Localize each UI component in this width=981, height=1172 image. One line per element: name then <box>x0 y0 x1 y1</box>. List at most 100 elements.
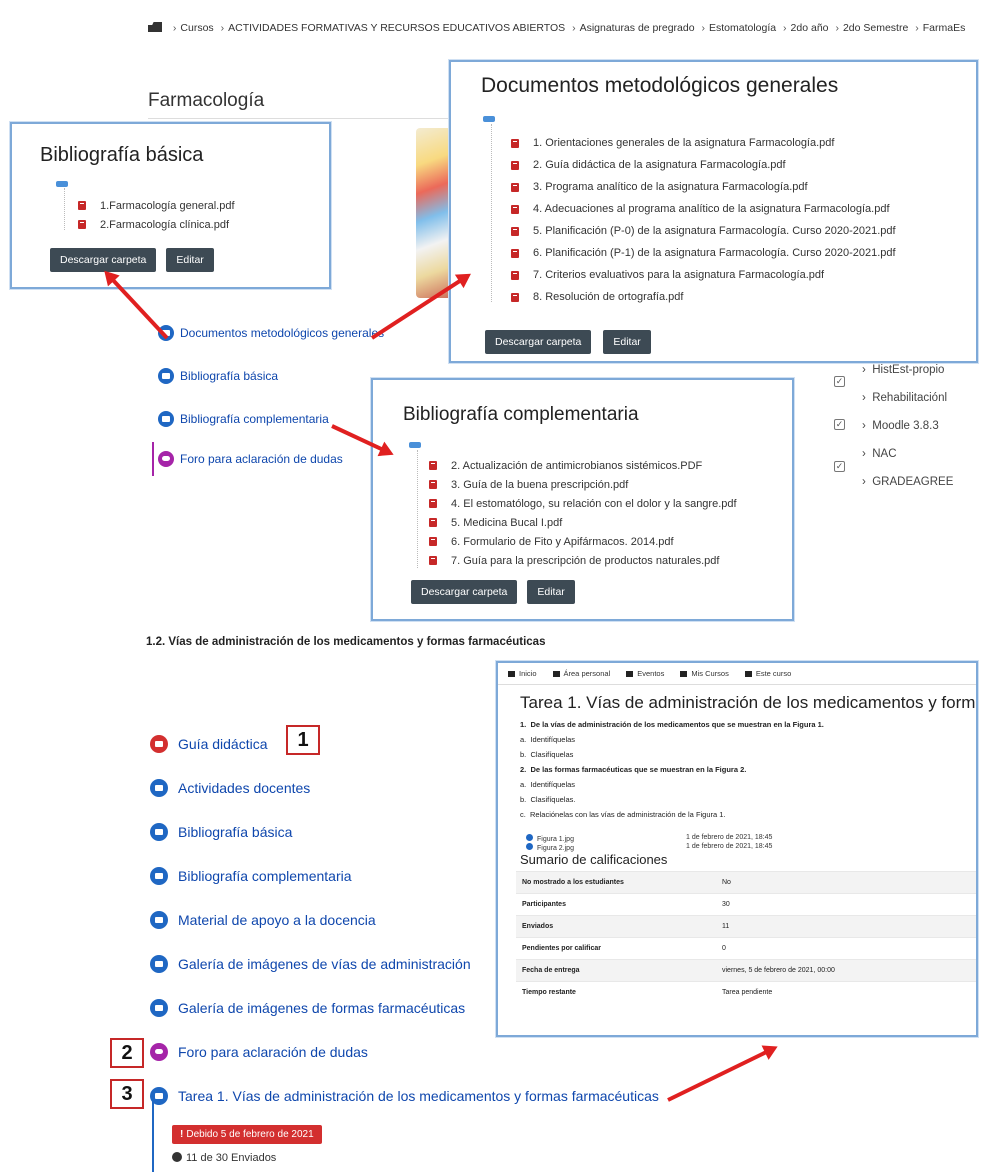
forum-icon <box>158 451 174 467</box>
section-title: 1.2. Vías de administración de los medic… <box>146 636 546 648</box>
pdf-icon <box>429 480 437 489</box>
completion-checkbox[interactable]: ✓ <box>834 461 845 472</box>
pdf-icon <box>511 270 519 280</box>
file-link[interactable]: 4. El estomatólogo, su relación con el d… <box>429 494 737 513</box>
file-link[interactable]: 7. Criterios evaluativos para la asignat… <box>511 264 896 286</box>
folder-icon <box>150 910 168 929</box>
file-link[interactable]: 3. Programa analítico de la asignatura F… <box>511 176 896 198</box>
activity-foro[interactable]: Foro para aclaración de dudas <box>152 442 384 476</box>
activity-link[interactable]: Bibliografía básica <box>178 824 292 840</box>
folder-icon <box>150 998 168 1017</box>
documentos-panel: Documentos metodológicos generales 1. Or… <box>449 60 978 363</box>
nav-my-courses[interactable]: Mis Cursos <box>680 669 729 678</box>
breadcrumb-item[interactable]: 2do Semestre <box>843 22 908 34</box>
activity-link[interactable]: Bibliografía básica <box>180 369 278 383</box>
completion-checkbox[interactable]: ✓ <box>834 419 845 430</box>
file-link[interactable]: 4. Adecuaciones al programa analítico de… <box>511 198 896 220</box>
attachment[interactable]: Figura 2.jpg 1 de febrero de 2021, 18:45 <box>526 843 772 852</box>
activity-link[interactable]: Bibliografía complementaria <box>180 412 329 426</box>
activity-tarea[interactable]: Tarea 1. Vías de administración de los m… <box>150 1077 659 1114</box>
pdf-icon <box>429 537 437 546</box>
side-link[interactable]: › Rehabilitaciónl <box>862 392 953 420</box>
breadcrumb-item[interactable]: FarmaEs <box>923 22 966 34</box>
file-link[interactable]: 2.Farmacología clínica.pdf <box>78 215 235 234</box>
breadcrumb-item[interactable]: 2do año <box>791 22 829 34</box>
pdf-icon <box>429 556 437 565</box>
panel-title: Documentos metodológicos generales <box>481 74 839 97</box>
edit-button[interactable]: Editar <box>527 580 575 604</box>
nav-dashboard[interactable]: Área personal <box>552 669 610 678</box>
side-link[interactable]: › NAC <box>862 448 953 476</box>
file-link[interactable]: 6. Planificación (P-1) de la asignatura … <box>511 242 896 264</box>
activity-link[interactable]: Bibliografía complementaria <box>178 868 352 884</box>
file-link[interactable]: 8. Resolución de ortografía.pdf <box>511 286 896 308</box>
courses-icon <box>680 670 688 677</box>
attachment[interactable]: Figura 1.jpg 1 de febrero de 2021, 18:45 <box>526 834 772 843</box>
panel-title: Bibliografía complementaria <box>403 404 639 425</box>
folder-icon <box>150 822 168 841</box>
breadcrumb-item[interactable]: ACTIVIDADES FORMATIVAS Y RECURSOS EDUCAT… <box>228 22 565 34</box>
activity-link[interactable]: Actividades docentes <box>178 780 310 796</box>
side-link[interactable]: › Moodle 3.8.3 <box>862 420 953 448</box>
folder-icon <box>150 866 168 885</box>
edit-button[interactable]: Editar <box>166 248 214 272</box>
edit-button[interactable]: Editar <box>603 330 651 354</box>
side-link[interactable]: › HistEst-propio <box>862 364 953 392</box>
nav-home[interactable]: Inicio <box>508 669 537 678</box>
download-folder-button[interactable]: Descargar carpeta <box>50 248 157 272</box>
file-link[interactable]: 6. Formulario de Fito y Apifármacos. 201… <box>429 532 737 551</box>
file-link[interactable]: 5. Medicina Bucal I.pdf <box>429 513 737 532</box>
activity-link[interactable]: Foro para aclaración de dudas <box>180 452 343 466</box>
annotation-arrow <box>667 1049 770 1102</box>
breadcrumb-item[interactable]: Cursos <box>180 22 213 34</box>
activity-documentos[interactable]: Documentos metodológicos generales <box>158 322 384 344</box>
task-panel: Inicio Área personal Eventos Mis Cursos … <box>496 661 978 1037</box>
pdf-icon <box>429 461 437 470</box>
pdf-icon <box>511 204 519 214</box>
pdf-icon <box>511 182 519 192</box>
completion-checkbox[interactable]: ✓ <box>834 376 845 387</box>
file-link[interactable]: 2. Guía didáctica de la asignatura Farma… <box>511 154 896 176</box>
file-link[interactable]: 7. Guía para la prescripción de producto… <box>429 551 737 570</box>
nav-this-course[interactable]: Este curso <box>744 669 791 678</box>
activity-link[interactable]: Galería de imágenes de formas farmacéuti… <box>178 1000 465 1016</box>
folder-icon <box>158 368 174 384</box>
breadcrumb-item[interactable]: Asignaturas de pregrado <box>580 22 695 34</box>
activity-link[interactable]: Guía didáctica <box>178 736 268 752</box>
task-description: 1. De la vías de administración de los m… <box>520 720 824 819</box>
pdf-icon <box>429 499 437 508</box>
activity-link[interactable]: Material de apoyo a la docencia <box>178 912 376 928</box>
table-row: Pendientes por calificar 0 <box>516 937 976 960</box>
file-link[interactable]: 1. Orientaciones generales de la asignat… <box>511 132 896 154</box>
folder-icon <box>150 778 168 797</box>
activity-link[interactable]: Galería de imágenes de vías de administr… <box>178 956 471 972</box>
activity-foro[interactable]: Foro para aclaración de dudas <box>150 1033 659 1070</box>
bib-basica-panel: Bibliografía básica 1.Farmacología gener… <box>10 122 331 289</box>
side-link[interactable]: › GRADEAGREE <box>862 476 953 504</box>
marker-2: 2 <box>110 1038 144 1068</box>
bib-complementaria-panel: Bibliografía complementaria 2. Actualiza… <box>371 378 794 621</box>
nav-events[interactable]: Eventos <box>626 669 664 678</box>
activity-link[interactable]: Foro para aclaración de dudas <box>178 1044 368 1060</box>
pdf-icon <box>511 292 519 302</box>
activity-bib-basica[interactable]: Bibliografía básica <box>158 365 384 387</box>
tree-toggle-icon[interactable] <box>409 442 421 448</box>
tree-toggle-icon[interactable] <box>56 181 68 187</box>
file-link[interactable]: 5. Planificación (P-0) de la asignatura … <box>511 220 896 242</box>
activity-link[interactable]: Documentos metodológicos generales <box>180 326 384 340</box>
pdf-icon <box>511 248 519 258</box>
grading-summary-title: Sumario de calificaciones <box>520 852 668 867</box>
calendar-icon <box>626 670 634 677</box>
home-folder-icon[interactable] <box>148 22 162 32</box>
side-links: › HistEst-propio › Rehabilitaciónl › Moo… <box>862 364 953 504</box>
file-link[interactable]: 2. Actualización de antimicrobianos sist… <box>429 456 737 475</box>
activity-bib-complementaria[interactable]: Bibliografía complementaria <box>158 408 384 430</box>
activity-link[interactable]: Tarea 1. Vías de administración de los m… <box>178 1088 659 1104</box>
download-folder-button[interactable]: Descargar carpeta <box>411 580 518 604</box>
download-folder-button[interactable]: Descargar carpeta <box>485 330 592 354</box>
forum-icon <box>150 1042 168 1061</box>
file-link[interactable]: 1.Farmacología general.pdf <box>78 196 235 215</box>
tree-toggle-icon[interactable] <box>483 116 495 122</box>
breadcrumb-item[interactable]: Estomatología <box>709 22 776 34</box>
file-link[interactable]: 3. Guía de la buena prescripción.pdf <box>429 475 737 494</box>
